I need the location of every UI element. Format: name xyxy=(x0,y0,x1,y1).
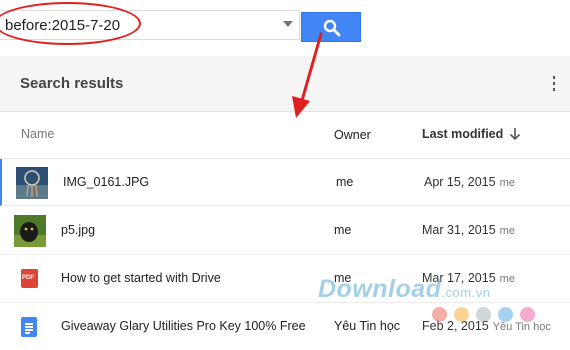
column-owner[interactable]: Owner xyxy=(334,128,371,142)
table-row[interactable]: p5.jpg me Mar 31, 2015 me xyxy=(0,207,570,255)
pdf-icon: PDF xyxy=(21,269,38,288)
table-row[interactable]: IMG_0161.JPG me Apr 15, 2015 me xyxy=(0,159,570,206)
image-thumbnail-icon xyxy=(14,215,46,247)
file-modified: Mar 17, 2015 me xyxy=(422,271,515,285)
column-name[interactable]: Name xyxy=(21,127,54,141)
table-row[interactable]: PDF How to get started with Drive me Mar… xyxy=(0,255,570,303)
file-owner: me xyxy=(334,271,352,285)
file-modified: Apr 15, 2015 me xyxy=(424,175,515,189)
search-box[interactable] xyxy=(0,10,300,40)
modified-by: me xyxy=(499,225,515,237)
image-thumbnail-icon xyxy=(16,167,48,199)
top-bar xyxy=(0,0,570,56)
search-icon xyxy=(323,19,341,37)
more-options-icon[interactable] xyxy=(553,76,555,94)
file-name[interactable]: p5.jpg xyxy=(61,223,95,237)
modified-date: Feb 2, 2015 xyxy=(422,319,489,333)
file-name[interactable]: Giveaway Glary Utilities Pro Key 100% Fr… xyxy=(61,319,306,333)
search-input[interactable] xyxy=(5,11,265,39)
file-owner: Yêu Tin học xyxy=(334,319,401,333)
pdf-icon-label: PDF xyxy=(22,275,34,281)
modified-date: Apr 15, 2015 xyxy=(424,175,496,189)
table-row[interactable]: Giveaway Glary Utilities Pro Key 100% Fr… xyxy=(0,303,570,350)
file-name[interactable]: IMG_0161.JPG xyxy=(63,175,149,189)
modified-date: Mar 31, 2015 xyxy=(422,223,496,237)
modified-by: me xyxy=(499,177,515,189)
file-modified: Mar 31, 2015 me xyxy=(422,223,515,237)
file-owner: me xyxy=(336,175,354,189)
search-button[interactable] xyxy=(301,12,361,42)
file-owner: me xyxy=(334,223,352,237)
sort-descending-icon[interactable] xyxy=(509,127,521,141)
document-icon xyxy=(21,317,37,337)
modified-date: Mar 17, 2015 xyxy=(422,271,496,285)
panel-header: Search results xyxy=(0,56,570,112)
search-options-dropdown-icon[interactable] xyxy=(283,21,293,27)
modified-by: Yêu Tin học xyxy=(492,321,551,333)
modified-by: me xyxy=(499,273,515,285)
column-header: Name Owner Last modified xyxy=(0,112,570,159)
file-name[interactable]: How to get started with Drive xyxy=(61,271,221,285)
file-modified: Feb 2, 2015 Yêu Tin học xyxy=(422,319,551,333)
column-last-modified[interactable]: Last modified xyxy=(422,127,503,141)
page-title: Search results xyxy=(20,75,124,92)
